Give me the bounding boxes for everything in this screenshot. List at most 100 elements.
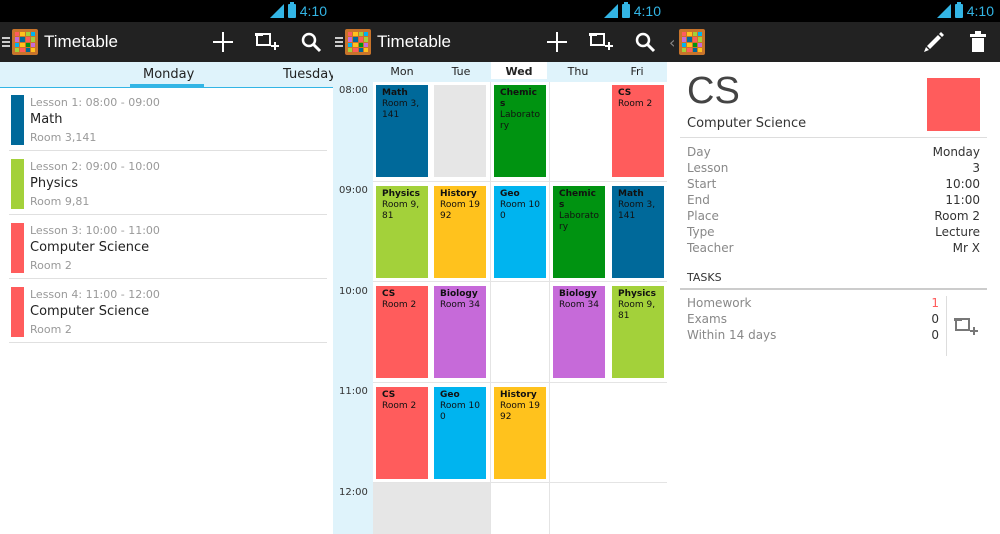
today-column-border <box>490 82 491 534</box>
grid-cell-physics[interactable]: Physics Room 9,81 <box>376 186 428 278</box>
action-bar: Timetable <box>0 22 333 62</box>
grid-cell-math[interactable]: Math Room 3,141 <box>376 85 428 177</box>
app-logo-icon[interactable] <box>345 29 371 55</box>
grid-cell-biology[interactable]: Biology Room 34 <box>553 286 605 378</box>
detail-field: Lesson 3 <box>687 161 980 177</box>
detail-field: Place Room 2 <box>687 209 980 225</box>
pencil-icon <box>924 32 944 52</box>
grid-cell-physics[interactable]: Physics Room 9,81 <box>612 286 664 378</box>
cell-room: Room 1992 <box>440 200 480 221</box>
lesson-row[interactable]: Lesson 2: 09:00 - 10:00 Physics Room 9,8… <box>9 153 327 215</box>
grid-cell-biology[interactable]: Biology Room 34 <box>434 286 486 378</box>
grid-cell-history[interactable]: History Room 1992 <box>494 387 546 479</box>
signal-icon <box>603 4 618 18</box>
delete-button[interactable] <box>956 22 1000 62</box>
lesson-room: Room 2 <box>30 259 72 272</box>
grid-cell-history[interactable]: History Room 1992 <box>434 186 486 278</box>
grid-cell-chemistry[interactable]: Chemics Laboratory <box>494 85 546 177</box>
cell-room: Room 100 <box>440 401 480 422</box>
field-label: Place <box>687 209 719 223</box>
app-logo-icon[interactable] <box>679 29 705 55</box>
empty-slot[interactable] <box>373 482 490 534</box>
add-task-button[interactable] <box>245 22 289 62</box>
day-header: Mon <box>390 65 414 78</box>
lesson-time: Lesson 4: 11:00 - 12:00 <box>30 288 160 301</box>
lesson-subject: Physics <box>30 176 79 191</box>
lesson-row[interactable]: Lesson 3: 10:00 - 11:00 Computer Science… <box>9 217 327 279</box>
cell-room: Room 34 <box>440 300 480 310</box>
field-value: Room 2 <box>934 209 980 223</box>
task-row[interactable]: Homework 1 <box>687 296 939 312</box>
task-count: 0 <box>931 328 939 342</box>
menu-icon[interactable] <box>2 37 10 47</box>
add-button[interactable] <box>201 22 245 62</box>
search-icon <box>635 32 656 53</box>
lesson-row[interactable]: Lesson 1: 08:00 - 09:00 Math Room 3,141 <box>9 89 327 151</box>
time-label: 10:00 <box>339 286 368 297</box>
cell-room: Room 9,81 <box>618 300 656 321</box>
divider <box>680 288 987 290</box>
grid-cell-chemistry[interactable]: Chemics Laboratory <box>553 186 605 278</box>
task-row[interactable]: Exams 0 <box>687 312 939 328</box>
time-label: 12:00 <box>339 487 368 498</box>
field-label: Day <box>687 145 711 159</box>
field-value: 3 <box>972 161 980 175</box>
cell-room: Room 2 <box>382 401 417 411</box>
lesson-row[interactable]: Lesson 4: 11:00 - 12:00 Computer Science… <box>9 281 327 343</box>
back-chevron-icon[interactable]: ‹ <box>669 33 677 52</box>
battery-icon <box>287 2 296 18</box>
tab-monday[interactable]: Monday <box>143 67 194 82</box>
field-label: Teacher <box>687 241 734 255</box>
cell-subject: Biology <box>440 289 478 299</box>
cell-room: Room 100 <box>500 200 540 221</box>
app-logo-icon[interactable] <box>12 29 38 55</box>
lesson-color-bar <box>11 159 24 209</box>
grid-cell-cs[interactable]: CS Room 2 <box>612 85 664 177</box>
grid-cell-geo[interactable]: Geo Room 100 <box>434 387 486 479</box>
task-label: Within 14 days <box>687 328 777 342</box>
grid-cell-geo[interactable]: Geo Room 100 <box>494 186 546 278</box>
time-label: 11:00 <box>339 386 368 397</box>
plus-icon <box>547 32 567 52</box>
field-label: End <box>687 193 710 207</box>
app-title: Timetable <box>377 32 452 51</box>
search-button[interactable] <box>623 22 667 62</box>
lesson-time: Lesson 1: 08:00 - 09:00 <box>30 96 160 109</box>
time-column: 08:00 09:00 10:00 11:00 12:00 <box>333 82 373 534</box>
cell-subject: CS <box>382 289 396 299</box>
status-bar: 4:10 <box>667 0 1000 22</box>
cell-subject: Biology <box>559 289 597 299</box>
menu-icon[interactable] <box>335 37 343 47</box>
detail-field: Type Lecture <box>687 225 980 241</box>
day-header-today: Wed <box>491 62 547 79</box>
task-row[interactable]: Within 14 days 0 <box>687 328 939 344</box>
signal-icon <box>269 4 284 18</box>
grid-cell-cs[interactable]: CS Room 2 <box>376 286 428 378</box>
today-column-border <box>549 82 550 534</box>
cell-room: Room 2 <box>382 300 417 310</box>
tab-tuesday[interactable]: Tuesday <box>283 67 333 82</box>
status-time: 4:10 <box>633 3 661 19</box>
lesson-time: Lesson 3: 10:00 - 11:00 <box>30 224 160 237</box>
cell-room: Room 1992 <box>500 401 540 422</box>
lesson-room: Room 3,141 <box>30 131 97 144</box>
add-task-button[interactable] <box>954 316 978 342</box>
cell-room: Room 3,141 <box>382 99 420 120</box>
search-button[interactable] <box>289 22 333 62</box>
status-bar: 4:10 <box>333 0 667 22</box>
add-button[interactable] <box>535 22 579 62</box>
cell-room: Laboratory <box>500 110 540 131</box>
cell-subject: Geo <box>440 390 460 400</box>
grid-cell-math[interactable]: Math Room 3,141 <box>612 186 664 278</box>
empty-slot[interactable] <box>434 85 486 177</box>
detail-field: End 11:00 <box>687 193 980 209</box>
active-tab-indicator <box>130 84 204 87</box>
cell-subject: Geo <box>500 189 520 199</box>
grid-cell-cs[interactable]: CS Room 2 <box>376 387 428 479</box>
field-value: 11:00 <box>945 193 980 207</box>
divider <box>946 296 947 356</box>
lesson-subject: Math <box>30 112 63 127</box>
edit-button[interactable] <box>912 22 956 62</box>
add-task-button[interactable] <box>579 22 623 62</box>
day-header: Fri <box>630 65 644 78</box>
